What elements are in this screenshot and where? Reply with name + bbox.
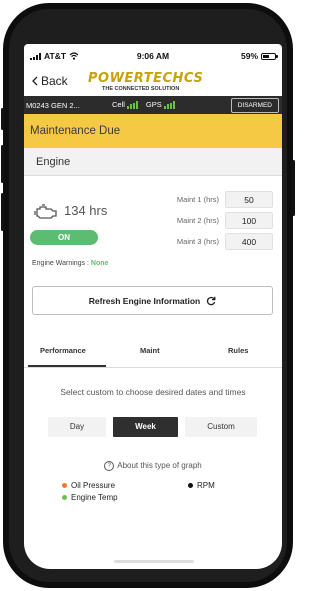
power-button [292,160,295,216]
legend-rpm: RPM [188,481,215,490]
legend-engine-temp-label: Engine Temp [71,493,118,502]
maint-2-label: Maint 2 (hrs) [176,216,219,225]
chevron-left-icon [32,76,38,86]
tab-performance[interactable]: Performance [40,346,86,355]
mute-switch [1,108,4,130]
legend-oil-pressure-label: Oil Pressure [71,481,116,490]
legend-oil-pressure-dot [62,483,67,488]
legend-rpm-label: RPM [197,481,215,490]
maint-3-label: Maint 3 (hrs) [176,237,219,246]
maintenance-banner-text: Maintenance Due [30,125,121,137]
legend-rpm-dot [188,483,193,488]
engine-warnings-label: Engine Warnings : [32,260,89,267]
connectivity-status: Cell GPS [112,100,175,109]
device-bar: M0243 GEN 2... Cell GPS DISARMED [24,96,282,114]
range-week-button[interactable]: Week [113,417,178,437]
volume-up-button [1,145,4,183]
about-graph-label: About this type of graph [117,461,202,471]
refresh-engine-button[interactable]: Refresh Engine Information [32,286,273,315]
battery-group: 59% [240,51,278,61]
range-day-button[interactable]: Day [48,417,106,437]
engine-state-badge: ON [30,230,98,245]
maint-3-field[interactable]: 400 [225,233,273,250]
maint-1-label: Maint 1 (hrs) [176,195,219,204]
maint-2-field[interactable]: 100 [225,212,273,229]
logo-wordmark: POWERTECHCS [88,71,204,86]
maint-2-row: Maint 2 (hrs) 100 [164,212,276,230]
powertech-logo: POWERTECHCS THE CONNECTED SOLUTION [88,71,212,93]
cell-label: Cell [112,100,125,109]
logo-tagline: THE CONNECTED SOLUTION [102,86,180,92]
engine-icon [34,204,57,219]
gps-label: GPS [145,100,162,109]
nav-bar: Back POWERTECHCS THE CONNECTED SOLUTION [24,66,282,96]
legend-engine-temp: Engine Temp [62,493,118,502]
status-bar: AT&T 9:06 AM 59% [24,44,282,66]
maintenance-banner: Maintenance Due [24,114,282,148]
cell-signal-icon [126,100,138,109]
date-range-hint: Select custom to choose desired dates an… [60,387,246,397]
battery-icon [261,52,278,60]
legend-engine-temp-dot [62,495,67,500]
battery-percent: 59% [240,51,258,61]
refresh-engine-label: Refresh Engine Information [88,295,201,306]
maint-1-row: Maint 1 (hrs) 50 [164,191,276,209]
maint-3-row: Maint 3 (hrs) 400 [164,233,276,251]
volume-down-button [1,193,4,231]
legend-oil-pressure: Oil Pressure [62,481,115,490]
home-indicator [114,560,194,563]
tab-maint[interactable]: Maint [140,346,160,355]
maint-1-field[interactable]: 50 [225,191,273,208]
engine-hours: 134 hrs [64,203,108,218]
active-tab-indicator [28,365,106,367]
app-screen: AT&T 9:06 AM 59% Back POWERTECHCS THE CO… [24,44,282,569]
engine-section-header: Engine [24,148,282,176]
tab-rules[interactable]: Rules [228,346,248,355]
about-graph-link[interactable]: ? About this type of graph [24,461,282,471]
gps-signal-icon [163,100,175,109]
range-custom-button[interactable]: Custom [185,417,257,437]
back-button[interactable]: Back [32,74,68,88]
help-icon: ? [104,461,115,471]
tab-bar: Performance Maint Rules [24,336,282,368]
device-name: M0243 GEN 2... [26,101,80,110]
engine-warnings-value: None [90,260,109,267]
arm-status-button[interactable]: DISARMED [230,98,279,113]
engine-warnings: Engine Warnings : None [32,260,108,267]
back-label: Back [41,74,68,88]
refresh-icon [207,296,216,305]
engine-section-title: Engine [36,156,71,168]
